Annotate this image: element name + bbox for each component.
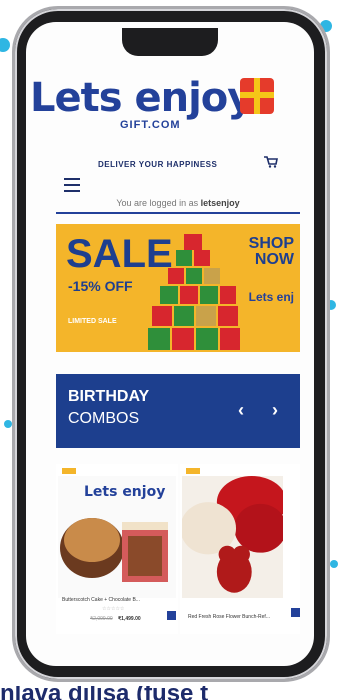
add-to-cart-icon[interactable] [167,611,176,620]
product-image-cake: Lets enjoy [58,476,176,598]
decor-dot [4,420,12,428]
site-logo[interactable]: Lets enjoy GIFT.COM [30,78,275,148]
carousel-prev-button[interactable]: ‹ [238,400,244,421]
decor-dot [0,38,10,52]
sale-discount: -15% OFF [68,278,133,294]
carousel-next-button[interactable]: › [272,400,278,421]
cart-icon[interactable] [264,156,278,168]
sale-limited-label: LIMITED SALE [68,318,117,325]
shop-now-line1: SHOP [248,235,294,252]
shop-now-label[interactable]: SHOP NOW [249,236,294,268]
banner-brand-logo: Lets enj [248,290,294,304]
product-old-price: ₹2,099.00 [90,616,113,622]
hamburger-menu-icon[interactable] [64,178,80,192]
product-price: ₹1,499.00 [118,616,141,622]
product-image-roses [182,476,284,598]
product-card[interactable]: Lets enjoy Butterscotch Cake + Chocolate… [56,464,178,634]
product-name[interactable]: Red Fresh Rose Flower Bunch-Ref... [188,614,270,620]
product-badge [186,468,200,474]
product-image-brand: Lets enjoy [84,484,165,500]
decor-dot [330,560,338,568]
phone-notch [122,28,218,56]
login-status: You are logged in as letsenjoy [56,198,300,208]
add-to-cart-icon[interactable] [291,608,300,617]
shop-now-line2: NOW [254,251,294,268]
site-tagline: DELIVER YOUR HAPPINESS [98,160,218,169]
logo-subtext: GIFT.COM [120,119,181,131]
product-card[interactable]: Red Fresh Rose Flower Bunch-Ref... [180,464,300,634]
gift-box-icon [240,78,274,114]
logo-text: Lets enjoy [30,75,253,121]
login-username: letsenjoy [200,198,240,208]
birthday-combos-header: BIRTHDAY COMBOS ‹ › [56,374,300,448]
product-rating-stars: ☆☆☆☆☆ [102,606,125,612]
gift-tree-image [148,234,240,350]
login-prefix: You are logged in as [116,198,199,208]
product-name[interactable]: Butterscotch Cake + Chocolate B... [62,597,140,603]
section-subtitle: COMBOS [68,410,140,427]
header-divider [56,212,300,214]
sale-banner[interactable]: SALE -15% OFF LIMITED SALE SHOP NOW Lets… [56,224,300,352]
caption-fragment: nlava dilisa (fuse t [0,686,209,700]
product-badge [62,468,76,474]
section-title: BIRTHDAY [68,388,150,405]
